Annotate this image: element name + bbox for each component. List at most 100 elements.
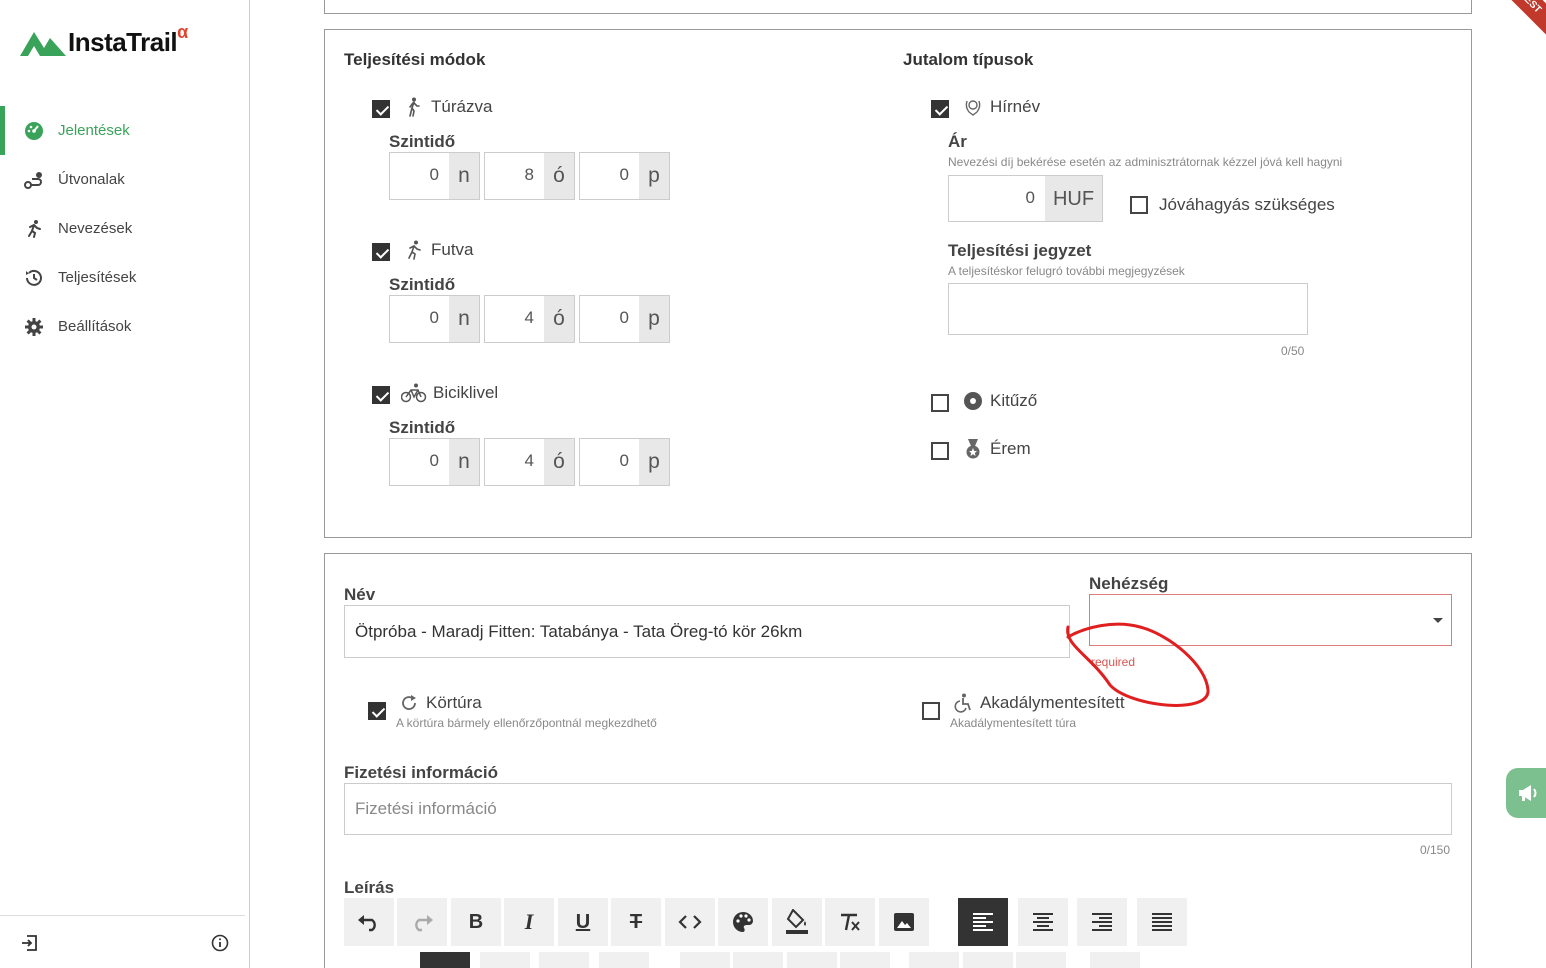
clear-format-button[interactable] <box>825 898 875 946</box>
hike-label-text: Túrázva <box>431 97 493 116</box>
price-input[interactable]: 0 <box>948 175 1045 222</box>
logo-alpha: α <box>177 21 189 42</box>
align-justify-button[interactable] <box>1137 898 1187 946</box>
laurel-icon <box>962 96 984 118</box>
minute-input[interactable]: 0 <box>579 295 639 343</box>
badge-label[interactable]: Kitűző <box>962 390 1037 412</box>
minute-input[interactable]: 0 <box>579 152 639 200</box>
payment-input[interactable]: Fizetési információ <box>344 783 1452 835</box>
bullet-list-button[interactable] <box>733 952 783 968</box>
underline-icon: U <box>575 910 591 933</box>
run-time-hour[interactable]: 4ó <box>484 295 575 343</box>
price-field[interactable]: 0 HUF <box>948 175 1103 222</box>
quote-button[interactable] <box>840 952 890 968</box>
hour-input[interactable]: 4 <box>484 295 544 343</box>
price-label: Ár <box>948 132 967 151</box>
fame-label[interactable]: Hírnév <box>962 96 1040 118</box>
note-input[interactable] <box>948 283 1308 335</box>
align-center-button[interactable] <box>1018 898 1068 946</box>
day-unit: n <box>449 438 480 486</box>
feedback-button[interactable] <box>1506 768 1546 818</box>
sidebar-item-label: Útvonalak <box>58 171 125 188</box>
bike-label[interactable]: Biciklivel <box>401 382 498 404</box>
undo-button[interactable] <box>344 898 394 946</box>
align-right-button[interactable] <box>1077 898 1127 946</box>
hike-time-day[interactable]: 0n <box>389 152 480 200</box>
day-unit: n <box>449 295 480 343</box>
redo-button[interactable] <box>397 898 447 946</box>
minute-unit: p <box>639 438 670 486</box>
sidebar-nav: Jelentések Útvonalak Nevezések Teljesíté… <box>0 106 249 351</box>
day-input[interactable]: 0 <box>389 295 449 343</box>
bike-time-minute[interactable]: 0p <box>579 438 670 486</box>
align-left-icon <box>973 913 993 931</box>
annotation-circle <box>1066 622 1210 707</box>
indent-button[interactable] <box>909 952 959 968</box>
sidebar-item-nevezesek[interactable]: Nevezések <box>0 204 249 253</box>
hike-time-minute[interactable]: 0p <box>579 152 670 200</box>
badge-checkbox[interactable] <box>931 394 949 412</box>
badge-label-text: Kitűző <box>990 391 1038 410</box>
hike-time-hour[interactable]: 8ó <box>484 152 575 200</box>
align-left-button[interactable] <box>958 898 1008 946</box>
bike-time-hour[interactable]: 4ó <box>484 438 575 486</box>
loop-label[interactable]: Körtúra <box>398 692 482 714</box>
medal-label[interactable]: Érem <box>962 438 1031 460</box>
underline-button[interactable]: U <box>558 898 608 946</box>
bold-button[interactable]: B <box>451 898 501 946</box>
outdent-button[interactable] <box>963 952 1013 968</box>
link-button[interactable] <box>1090 952 1140 968</box>
run-time-minute[interactable]: 0p <box>579 295 670 343</box>
approval-checkbox[interactable] <box>1130 196 1148 214</box>
day-input[interactable]: 0 <box>389 438 449 486</box>
hike-label[interactable]: Túrázva <box>403 96 492 118</box>
medal-checkbox[interactable] <box>931 442 949 460</box>
heading-button[interactable] <box>420 952 470 968</box>
table-button[interactable] <box>787 952 837 968</box>
strikethrough-icon: T <box>629 910 643 933</box>
run-label[interactable]: Futva <box>403 239 474 261</box>
ordered-list-button[interactable] <box>680 952 730 968</box>
sidebar-item-beallitasok[interactable]: Beállítások <box>0 302 249 351</box>
code-button[interactable] <box>665 898 715 946</box>
hour-input[interactable]: 8 <box>484 152 544 200</box>
medal-icon <box>962 438 984 460</box>
note-hint: A teljesítéskor felugró további megjegyz… <box>948 264 1185 278</box>
modes-title: Teljesítési módok <box>344 50 486 69</box>
hour-input[interactable]: 4 <box>484 438 544 486</box>
logout-icon[interactable] <box>20 934 38 952</box>
difficulty-label: Nehézség <box>1089 574 1169 593</box>
italic-button[interactable]: I <box>504 898 554 946</box>
fame-checkbox[interactable] <box>931 100 949 118</box>
image-button[interactable] <box>879 898 929 946</box>
hr-button[interactable] <box>1016 952 1066 968</box>
sidebar-item-teljesitesek[interactable]: Teljesítések <box>0 253 249 302</box>
h2-button[interactable] <box>539 952 589 968</box>
info-icon[interactable] <box>211 934 229 952</box>
approval-label[interactable]: Jóváhagyás szükséges <box>1159 195 1335 215</box>
strikethrough-button[interactable]: T <box>611 898 661 946</box>
highlight-button[interactable] <box>772 898 822 946</box>
logo[interactable]: InstaTrail α <box>20 22 188 58</box>
loop-checkbox[interactable] <box>368 702 386 720</box>
day-input[interactable]: 0 <box>389 152 449 200</box>
name-input[interactable]: Ötpróba - Maradj Fitten: Tatabánya - Tat… <box>344 605 1070 658</box>
accessible-checkbox[interactable] <box>922 702 940 720</box>
bike-time-day[interactable]: 0n <box>389 438 480 486</box>
note-label: Teljesítési jegyzet <box>948 241 1092 260</box>
bike-checkbox[interactable] <box>372 386 390 404</box>
h1-button[interactable] <box>480 952 530 968</box>
sidebar-item-utvonalak[interactable]: Útvonalak <box>0 155 249 204</box>
hike-checkbox[interactable] <box>372 100 390 118</box>
run-checkbox[interactable] <box>372 243 390 261</box>
minute-input[interactable]: 0 <box>579 438 639 486</box>
bold-icon: B <box>468 910 484 933</box>
route-icon <box>24 170 44 190</box>
sidebar-item-jelentesek[interactable]: Jelentések <box>0 106 249 155</box>
run-time-day[interactable]: 0n <box>389 295 480 343</box>
loop-label-text: Körtúra <box>426 693 482 712</box>
modes-rewards-card: Teljesítési módok Túrázva Szintidő 0n 8ó… <box>324 29 1472 538</box>
h3-button[interactable] <box>599 952 649 968</box>
history-icon <box>24 268 44 288</box>
text-color-button[interactable] <box>718 898 768 946</box>
